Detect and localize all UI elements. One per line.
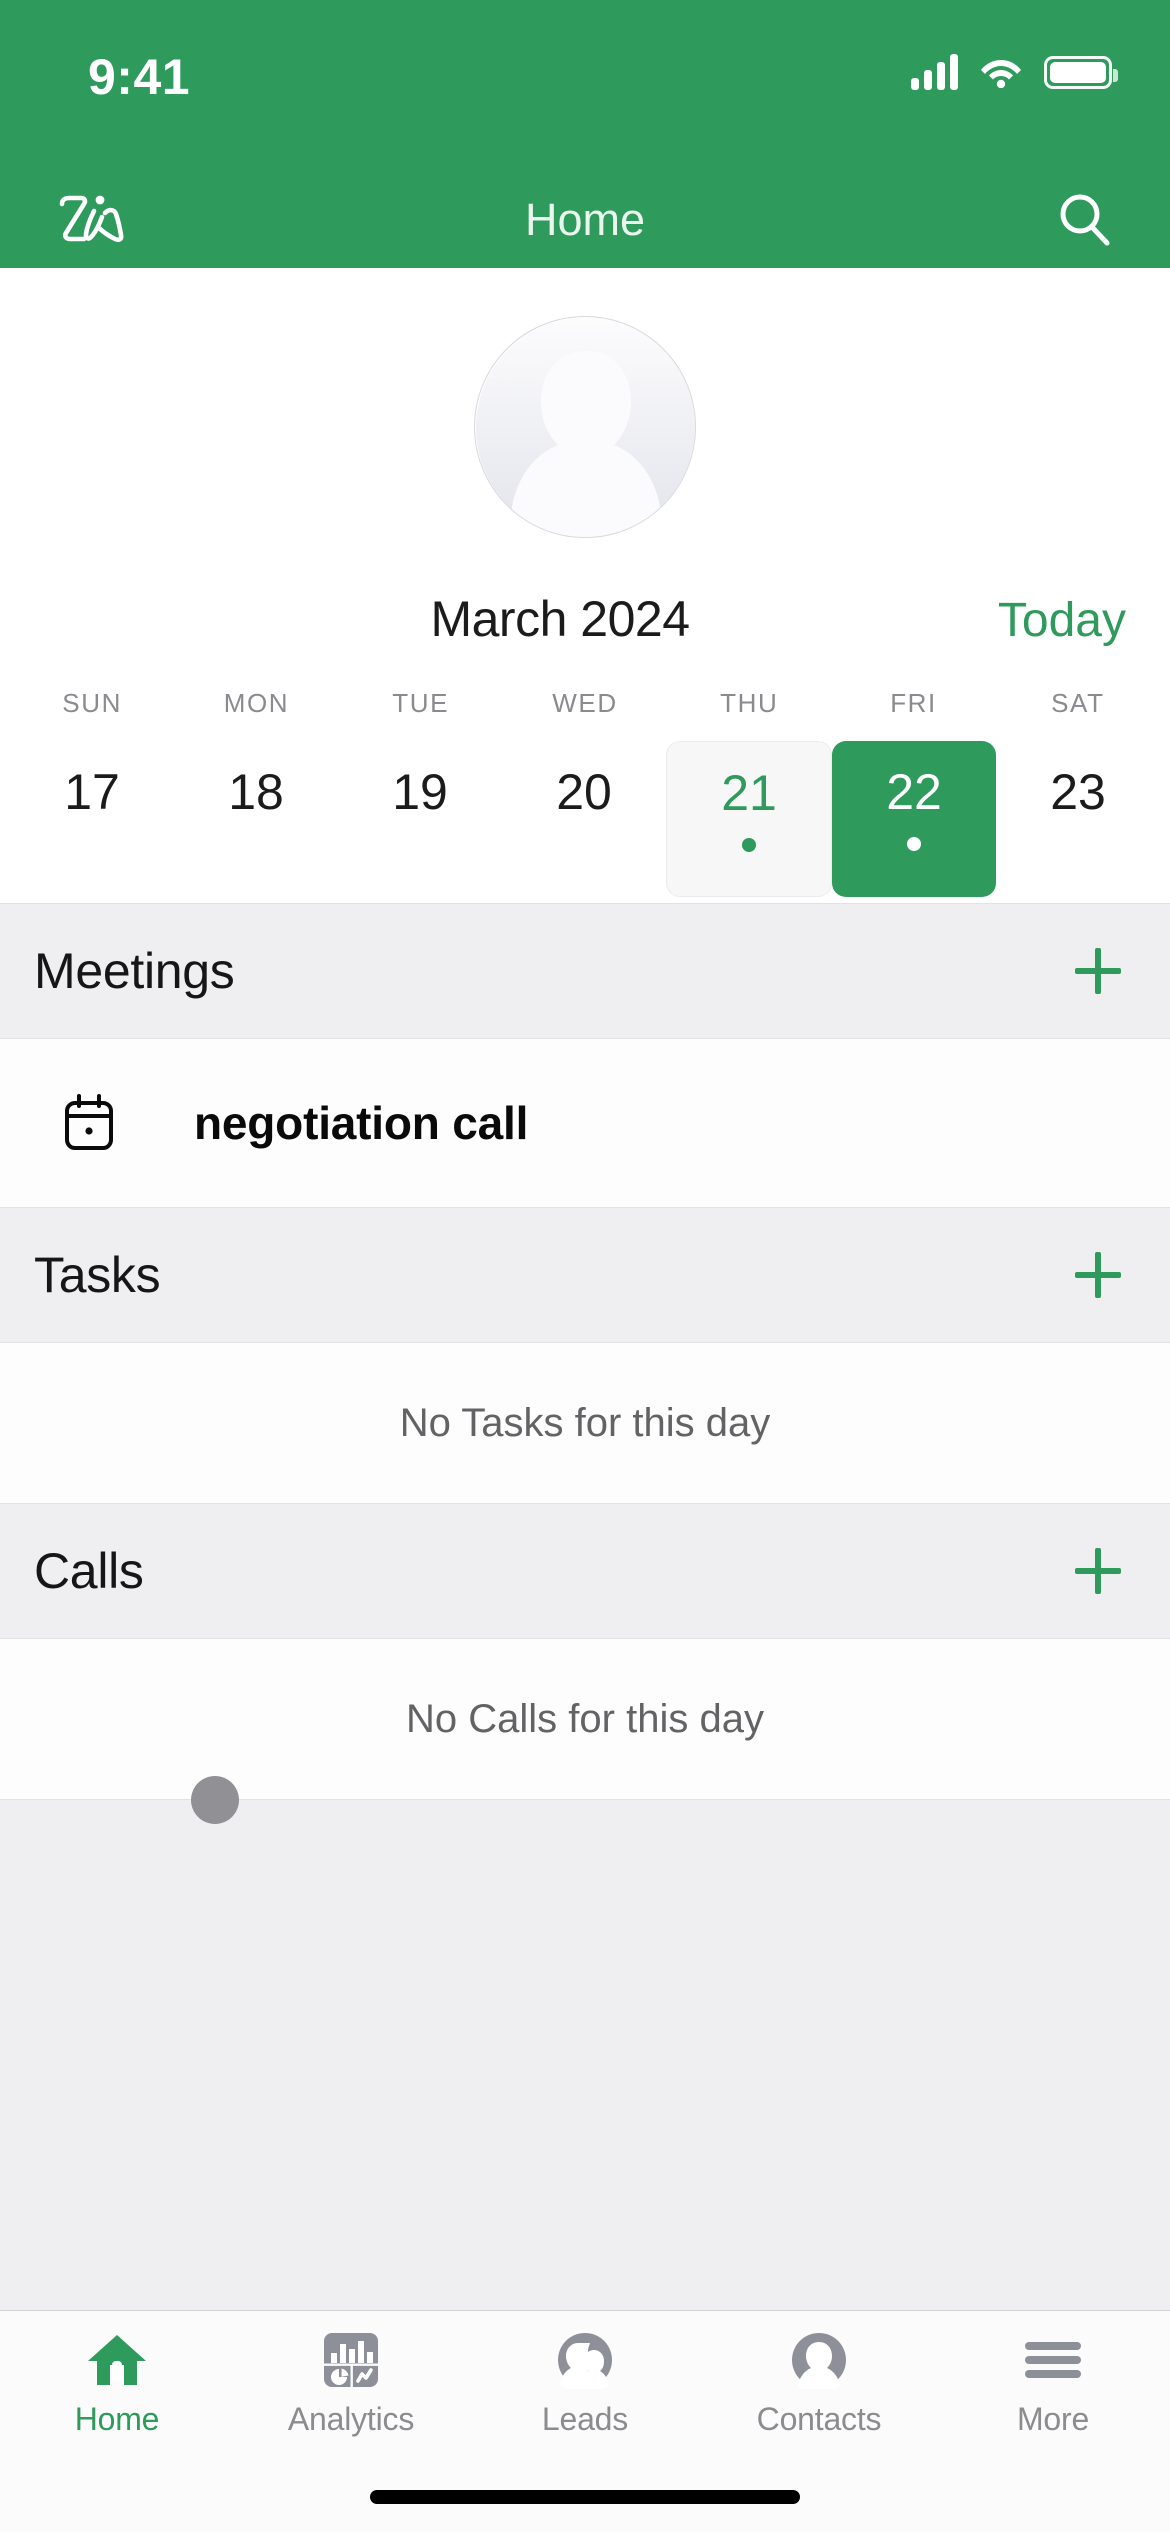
- calendar-weekday-row: SUN MON TUE WED THU FRI SAT: [0, 688, 1170, 719]
- calendar-day-cell[interactable]: 20: [502, 741, 666, 897]
- calendar-day-cell-today[interactable]: 21: [666, 741, 832, 897]
- calendar-day-cell[interactable]: 19: [338, 741, 502, 897]
- add-call-button[interactable]: [1058, 1531, 1138, 1611]
- tab-label-contacts: Contacts: [756, 2401, 882, 2437]
- home-indicator[interactable]: [370, 2490, 800, 2504]
- tab-analytics[interactable]: Analytics: [234, 2329, 468, 2438]
- calendar-day-cell[interactable]: 23: [996, 741, 1160, 897]
- calendar-day-cell[interactable]: 17: [10, 741, 174, 897]
- tab-label-analytics: Analytics: [287, 2401, 415, 2437]
- calendar-event-icon: [62, 1093, 116, 1153]
- meeting-title: negotiation call: [194, 1097, 529, 1149]
- tab-contacts[interactable]: Contacts: [702, 2329, 936, 2438]
- home-icon: [86, 2329, 148, 2391]
- status-bar: 9:41: [0, 0, 1170, 172]
- calendar-day-number: 22: [886, 764, 942, 820]
- tab-leads[interactable]: Leads: [468, 2329, 702, 2438]
- section-title-calls: Calls: [34, 1543, 144, 1599]
- calendar-day-cell-selected[interactable]: 22: [832, 741, 996, 897]
- app-screen: 9:41 Home March 2024 Today SUN MON TUE W…: [0, 0, 1170, 2532]
- weekday-label: TUE: [392, 688, 450, 718]
- section-header-meetings: Meetings: [0, 903, 1170, 1039]
- calendar-day-number: 20: [556, 764, 612, 820]
- add-task-button[interactable]: [1058, 1235, 1138, 1315]
- battery-full-icon: [1044, 55, 1118, 89]
- event-dot: [907, 837, 921, 851]
- calendar-day-number: 19: [392, 764, 448, 820]
- list-item[interactable]: negotiation call: [0, 1039, 1170, 1207]
- section-header-calls: Calls: [0, 1503, 1170, 1639]
- bottom-tab-bar: Home Analytics Leads Contacts More: [0, 2310, 1170, 2462]
- weekday-label: WED: [552, 688, 618, 718]
- cellular-signal-icon: [911, 54, 958, 90]
- analytics-icon: [322, 2329, 380, 2391]
- weekday-label: MON: [223, 688, 290, 718]
- tab-label-leads: Leads: [541, 2401, 629, 2437]
- calendar-day-strip: 17 18 19 20 21 22 23: [0, 741, 1170, 903]
- content-filler: [0, 1776, 1170, 2310]
- search-icon[interactable]: [1054, 189, 1116, 251]
- home-indicator-area: [0, 2462, 1170, 2532]
- weekday-label: SUN: [62, 688, 122, 718]
- calendar-day-number: 23: [1050, 764, 1106, 820]
- weekday-label: THU: [720, 688, 779, 718]
- section-title-meetings: Meetings: [34, 943, 235, 999]
- calls-empty-message: No Calls for this day: [0, 1639, 1170, 1799]
- leads-icon: [554, 2329, 616, 2391]
- section-title-tasks: Tasks: [34, 1247, 161, 1303]
- weekday-label: SAT: [1051, 688, 1105, 718]
- navigation-bar: Home: [0, 172, 1170, 268]
- calendar-month-label: March 2024: [430, 591, 690, 647]
- tab-label-more: More: [1016, 2401, 1090, 2437]
- calendar-day-cell[interactable]: 18: [174, 741, 338, 897]
- section-body-tasks: No Tasks for this day: [0, 1343, 1170, 1503]
- tab-label-home: Home: [74, 2401, 160, 2437]
- section-body-calls: No Calls for this day: [0, 1639, 1170, 1799]
- calendar-month-row: March 2024 Today: [0, 590, 1170, 648]
- event-dot: [742, 838, 756, 852]
- add-meeting-button[interactable]: [1058, 931, 1138, 1011]
- section-header-tasks: Tasks: [0, 1207, 1170, 1343]
- default-user-avatar[interactable]: [474, 316, 696, 538]
- wifi-icon: [980, 56, 1022, 89]
- status-bar-icons: [911, 54, 1118, 90]
- tasks-empty-message: No Tasks for this day: [0, 1343, 1170, 1503]
- calendar-card: March 2024 Today SUN MON TUE WED THU FRI…: [0, 268, 1170, 903]
- weekday-label: FRI: [890, 688, 937, 718]
- hamburger-menu-icon: [1023, 2329, 1083, 2391]
- tab-more[interactable]: More: [936, 2329, 1170, 2438]
- status-bar-time: 9:41: [88, 49, 191, 105]
- today-button[interactable]: Today: [946, 593, 1126, 648]
- contacts-icon: [790, 2329, 848, 2391]
- calendar-day-number: 17: [64, 764, 120, 820]
- touch-point-indicator: [191, 1776, 239, 1824]
- calendar-day-number: 18: [228, 764, 284, 820]
- section-body-meetings: negotiation call: [0, 1039, 1170, 1207]
- zia-logo-icon[interactable]: [54, 189, 132, 251]
- avatar-container[interactable]: [0, 316, 1170, 538]
- calendar-day-number: 21: [721, 765, 777, 821]
- tab-home[interactable]: Home: [0, 2329, 234, 2438]
- page-title: Home: [524, 194, 646, 245]
- main-content: March 2024 Today SUN MON TUE WED THU FRI…: [0, 268, 1170, 2310]
